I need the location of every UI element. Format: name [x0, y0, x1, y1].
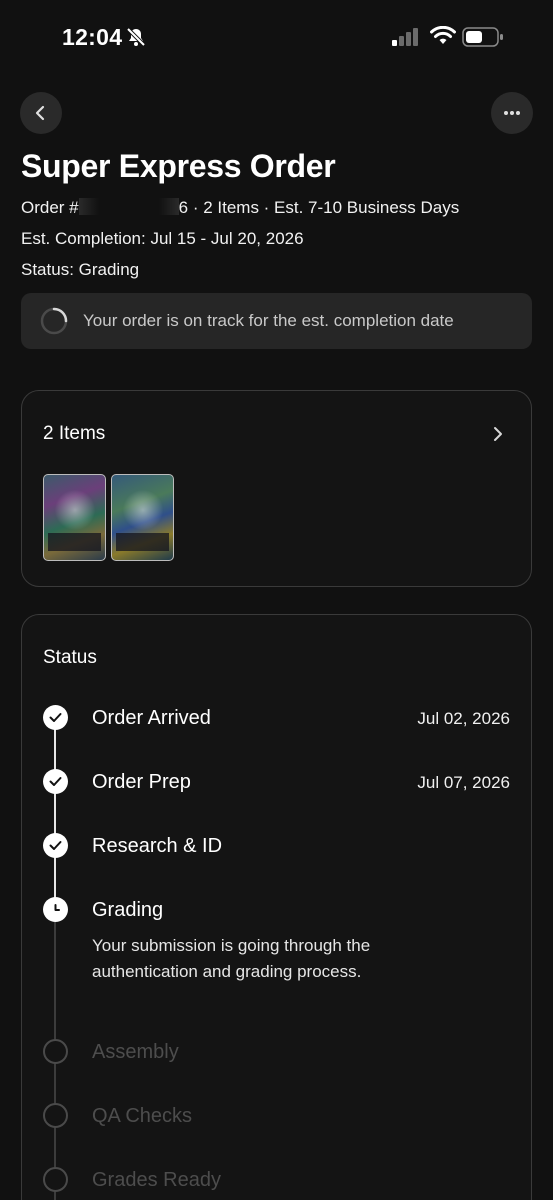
step-date-order-arrived: Jul 02, 2026 [417, 709, 510, 728]
more-horizontal-icon [504, 111, 520, 115]
check-icon [49, 777, 62, 786]
items-card[interactable]: 2 Items [21, 390, 532, 587]
order-number-prefix: Order # [21, 198, 79, 217]
step-label-order-prep: Order Prep [92, 771, 191, 793]
item-thumbnail[interactable] [111, 474, 174, 561]
clock-icon [54, 904, 60, 911]
banner-text: Your order is on track for the est. comp… [83, 311, 454, 330]
battery-icon [462, 27, 503, 47]
order-status-value: Grading [78, 260, 140, 279]
step-description-grading: Your submission is going through the aut… [92, 936, 371, 981]
progress-spinner-icon [40, 307, 68, 335]
step-date-order-prep: Jul 07, 2026 [417, 773, 510, 792]
step-done-indicator [43, 833, 68, 858]
items-title: 2 Items [43, 423, 106, 444]
bell-muted-icon [126, 27, 146, 47]
status-title: Status [43, 647, 97, 668]
on-track-banner: Your order is on track for the est. comp… [21, 293, 532, 349]
step-label-research-id: Research & ID [92, 835, 223, 857]
est-completion-value: Jul 15 - Jul 20, 2026 [150, 229, 304, 248]
redacted-order-number [78, 198, 179, 215]
timeline-line-complete [54, 718, 56, 918]
check-icon [49, 841, 62, 850]
more-options-button[interactable] [491, 92, 533, 134]
step-pending-indicator [43, 1167, 68, 1192]
step-current-indicator [43, 897, 68, 922]
step-label-qa-checks: QA Checks [92, 1105, 193, 1127]
est-completion: Est. Completion: Jul 15 - Jul 20, 2026 [21, 229, 304, 249]
check-icon [49, 713, 62, 722]
wifi-icon [430, 26, 456, 44]
step-done-indicator [43, 769, 68, 794]
chevron-right-icon [494, 427, 502, 441]
order-status: Status: Grading [21, 260, 139, 280]
order-summary-details: 6 · 2 Items · Est. 7-10 Business Days [178, 198, 460, 217]
order-summary: Order # 6 · 2 Items · Est. 7-10 Business … [21, 198, 459, 218]
back-button[interactable] [20, 92, 62, 134]
est-completion-label: Est. Completion: [21, 229, 151, 248]
step-label-grading: Grading [92, 899, 164, 921]
step-pending-indicator [43, 1103, 68, 1128]
step-label-assembly: Assembly [92, 1041, 179, 1063]
status-bar: 12:04 [0, 0, 553, 76]
step-label-grades-ready: Grades Ready [92, 1169, 221, 1191]
status-time: 12:04 [62, 24, 123, 50]
status-card: Status Order Arrived Jul 02, 2026 Order … [21, 614, 532, 1200]
order-status-label: Status: [21, 260, 79, 279]
page-title: Super Express Order [21, 148, 336, 184]
item-thumbnail[interactable] [43, 474, 106, 561]
step-label-order-arrived: Order Arrived [92, 707, 211, 729]
cellular-signal-icon [392, 28, 418, 46]
step-pending-indicator [43, 1039, 68, 1064]
step-done-indicator [43, 705, 68, 730]
chevron-left-icon [35, 105, 45, 121]
